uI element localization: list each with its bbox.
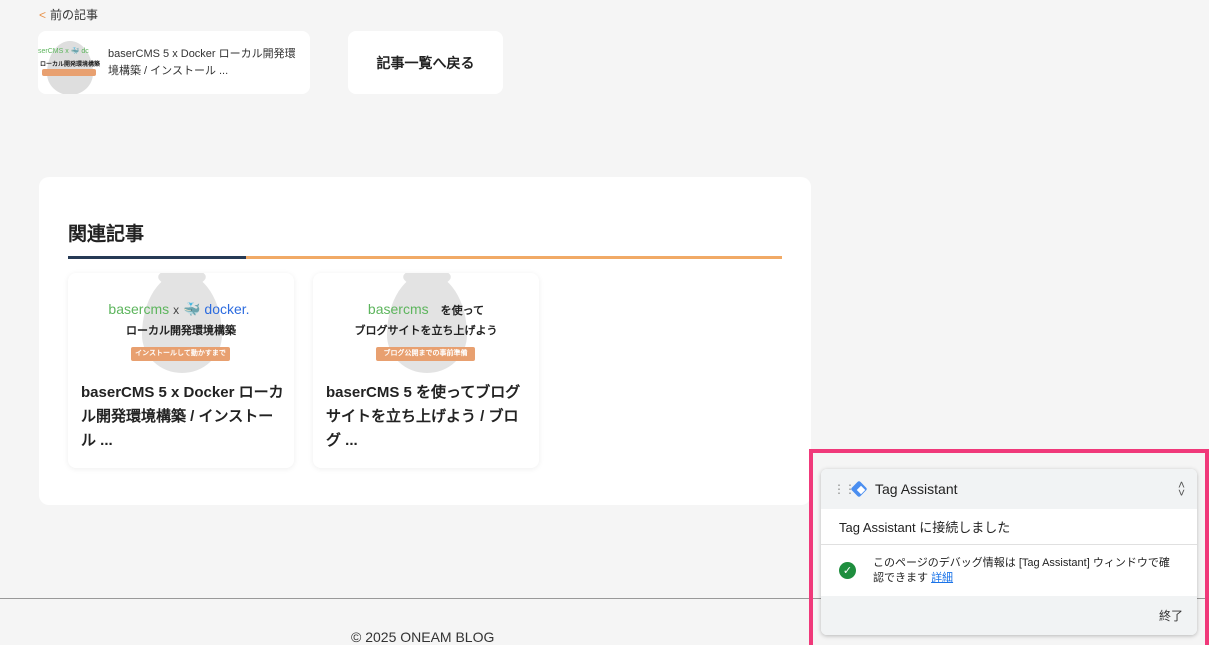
debug-info-text: このページのデバッグ情報は [Tag Assistant] ウィンドウで確認でき… [873,556,1179,586]
close-button[interactable]: 終了 [1159,607,1183,624]
thumbnail-logo-row: basercms x 🐳 docker. [68,301,294,318]
back-to-list-button[interactable]: 記事一覧へ戻る [348,31,503,94]
logo-suffix: を使って [440,305,485,317]
article-title: baserCMS 5 x Docker ローカル開発環境構築 / インストール … [81,384,284,449]
thumbnail-tag: インストールして動かすまで [131,347,230,361]
connected-status: Tag Assistant に接続しました [821,509,1197,545]
thumbnail-logo: serCMS x 🐳 dc [38,48,89,55]
details-link[interactable]: 詳細 [931,572,953,584]
prev-article-label: 前の記事 [50,8,99,22]
debug-info-message: ✓ このページのデバッグ情報は [Tag Assistant] ウィンドウで確認… [821,545,1197,596]
check-circle-icon: ✓ [839,562,856,579]
thumbnail-tag [42,69,96,76]
related-articles-section: 関連記事 basercms x 🐳 docker. ローカル開発環境構築 インストー… [39,177,811,505]
related-heading: 関連記事 [68,224,145,245]
basercms-logo: basercms [108,301,170,317]
prev-article-link[interactable]: < 前の記事 [39,6,98,23]
tag-assistant-title: Tag Assistant [875,481,958,497]
thumbnail-subtitle: ローカル開発環境構築 [40,62,101,68]
thumbnail-subtitle: ブログサイトを立ち上げよう [354,325,498,337]
prev-article-title: baserCMS 5 x Docker ローカル開発環境構築 / インストール … [108,47,296,77]
logo-separator: x [173,303,180,317]
tag-assistant-logo-icon [850,480,869,498]
docker-logo: 🐳 docker. [183,301,250,317]
thumbnail-logo-row: basercms を使って [313,301,539,318]
footer-copyright: © 2025 ONEAM BLOG [351,629,495,645]
tag-assistant-header[interactable]: ⋮⋮ Tag Assistant ˄ ˅ [821,469,1197,509]
collapse-icon[interactable]: ˄ ˅ [1178,479,1185,499]
prev-article-thumbnail: serCMS x 🐳 dc ローカル開発環境構築 [38,31,100,94]
article-thumbnail: basercms x 🐳 docker. ローカル開発環境構築 インストールして動か… [68,273,294,373]
thumbnail-tag: ブログ公開までの事前準備 [376,347,475,361]
article-title: baserCMS 5 を使ってブログサイトを立ち上げよう / ブログ ... [326,384,521,449]
debug-info-body: このページのデバッグ情報は [Tag Assistant] ウィンドウで確認でき… [873,556,1170,584]
tag-assistant-panel: ⋮⋮ Tag Assistant ˄ ˅ Tag Assistant に接続しまし… [821,469,1197,635]
heading-underline [68,256,782,259]
heading-underline-accent [68,256,246,259]
prev-article-card[interactable]: serCMS x 🐳 dc ローカル開発環境構築 baserCMS 5 x Do… [38,31,310,94]
basercms-logo: basercms [367,301,429,317]
tag-assistant-footer: 終了 [821,596,1197,635]
related-article-card[interactable]: basercms を使って ブログサイトを立ち上げよう ブログ公開までの事前準備 … [313,273,539,468]
related-article-card[interactable]: basercms x 🐳 docker. ローカル開発環境構築 インストールして動か… [68,273,294,468]
article-thumbnail: basercms を使って ブログサイトを立ち上げよう ブログ公開までの事前準備 [313,273,539,373]
thumbnail-subtitle: ローカル開発環境構築 [126,325,236,337]
chevron-left-icon: < [39,8,47,22]
